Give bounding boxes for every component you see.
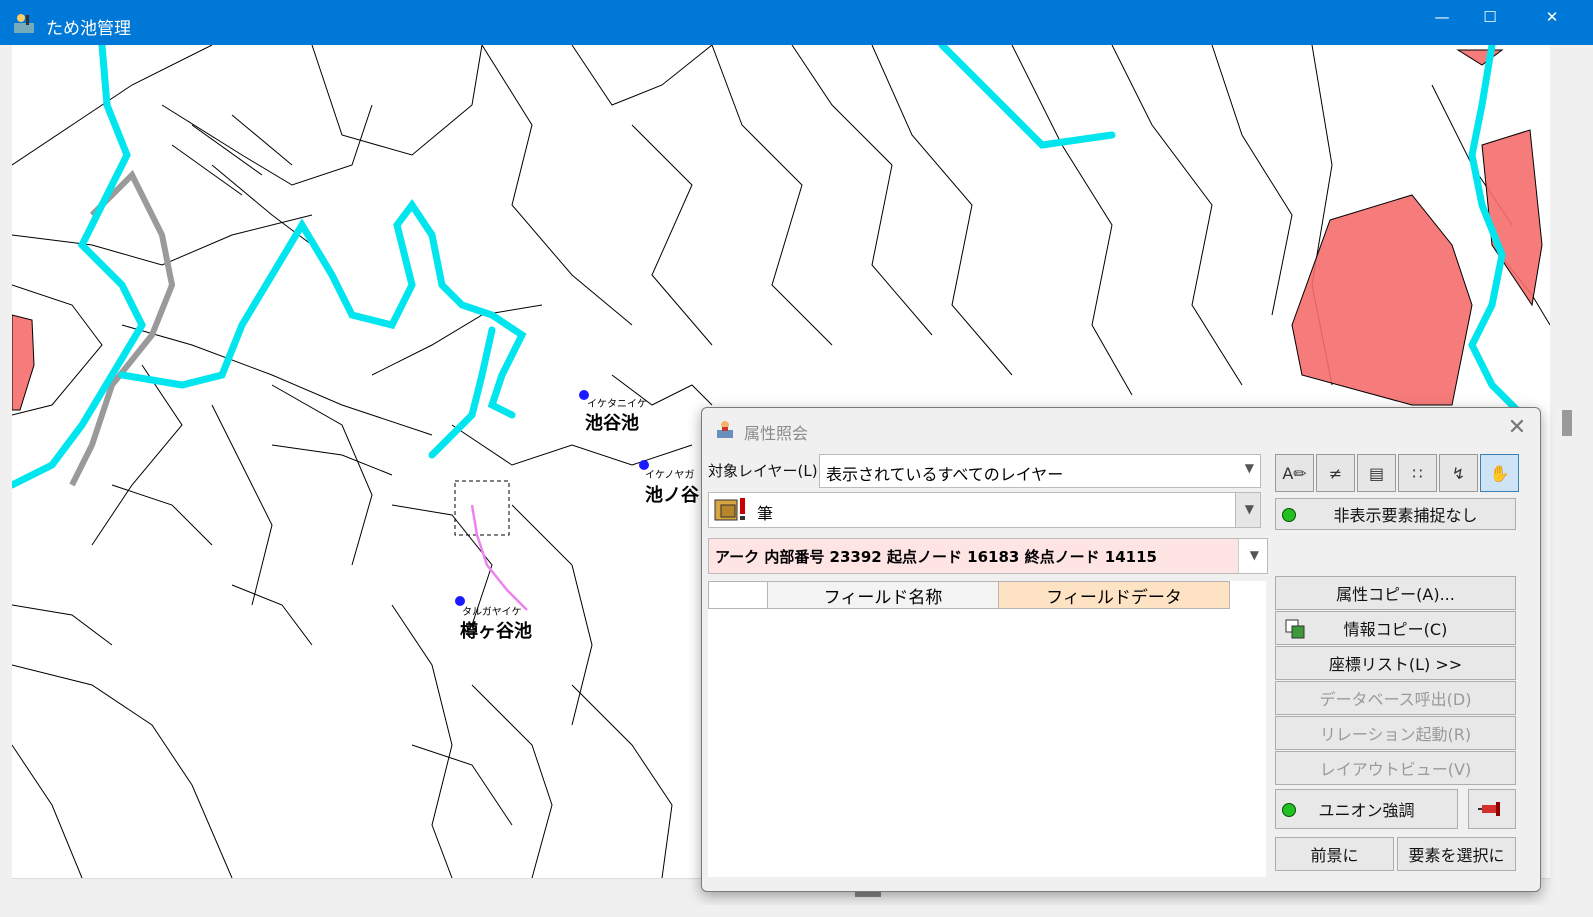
pond-kana-label: タルガヤイケ [462, 607, 522, 618]
union-highlight-button[interactable]: ユニオン強調 [1275, 789, 1458, 829]
layer-select[interactable]: 表示されているすべてのレイヤー ▼ [819, 454, 1261, 488]
foreground-button[interactable]: 前景に [1275, 837, 1394, 871]
layout-view-button[interactable]: レイアウトビュー(V) [1275, 751, 1516, 785]
layer-select-value: 表示されているすべてのレイヤー [826, 465, 1064, 484]
copy-icon [1285, 619, 1305, 639]
vertical-scrollbar[interactable] [1550, 45, 1580, 878]
measure-tool-button[interactable]: ≠ [1316, 454, 1355, 492]
window-title: ため池管理 [46, 19, 131, 39]
attribute-icon: A✏ [1282, 463, 1307, 483]
minimize-button[interactable]: — [1418, 0, 1466, 34]
dialog-title: 属性照会 [744, 424, 809, 443]
maximize-button[interactable]: ☐ [1466, 0, 1514, 34]
window-edge [1580, 45, 1593, 917]
status-led-icon [1282, 803, 1296, 817]
table-header-field-data[interactable]: フィールドデータ [998, 581, 1230, 609]
table-header-field-name[interactable]: フィールド名称 [767, 581, 999, 609]
node-icon: ∷ [1412, 463, 1423, 483]
app-icon [14, 14, 34, 33]
pond-kana-label: イケノヤガ [645, 470, 695, 481]
info-copy-label: 情報コピー(C) [1343, 620, 1448, 639]
attribute-copy-button[interactable]: 属性コピー(A)... [1275, 576, 1516, 610]
dialog-close-button[interactable]: ✕ [1500, 412, 1534, 442]
arc-info-value: アーク 内部番号 23392 起点ノード 16183 終点ノード 14115 [715, 548, 1157, 566]
resize-grip[interactable] [855, 892, 881, 897]
window-bottom-edge [0, 905, 1593, 917]
vertical-scroll-thumb[interactable] [1562, 410, 1572, 436]
layout-icon: ▤ [1368, 463, 1385, 483]
layout-tool-button[interactable]: ▤ [1357, 454, 1396, 492]
element-select-value: 筆 [757, 504, 774, 523]
chevron-down-icon: ▼ [1249, 548, 1259, 562]
pond-name-label[interactable]: 池谷池 [585, 409, 639, 435]
attribute-tool-button[interactable]: A✏ [1275, 454, 1314, 492]
pin-icon [1478, 802, 1500, 816]
layer-label: 対象レイヤー(L) [708, 462, 818, 480]
coordinate-list-button[interactable]: 座標リスト(L) >> [1275, 646, 1516, 680]
field-table[interactable]: フィールド名称 フィールドデータ [708, 581, 1266, 877]
pond-kana-label: イケタニイケ [587, 399, 647, 410]
relation-launch-button[interactable]: リレーション起動(R) [1275, 716, 1516, 750]
chevron-down-icon: ▼ [1244, 502, 1254, 516]
database-call-button[interactable]: データベース呼出(D) [1275, 681, 1516, 715]
snap-tool-button[interactable]: ↯ [1439, 454, 1478, 492]
snap-icon: ↯ [1451, 463, 1466, 483]
pond-name-label[interactable]: 池ノ谷 [645, 481, 699, 507]
attribute-inquiry-dialog: 属性照会 ✕ 対象レイヤー(L) 表示されているすべてのレイヤー ▼ 筆 ▼ ア… [701, 407, 1541, 892]
hand-tool-button[interactable]: ✋ [1480, 454, 1519, 492]
union-highlight-label: ユニオン強調 [1318, 801, 1415, 820]
select-element-button[interactable]: 要素を選択に [1397, 837, 1516, 871]
pond-name-label[interactable]: 樽ヶ谷池 [460, 617, 532, 643]
title-bar: ため池管理 — ☐ ✕ [0, 0, 1593, 45]
hidden-capture-toggle[interactable]: 非表示要素捕捉なし [1275, 498, 1516, 530]
inquiry-icon [717, 421, 733, 438]
table-header-blank [708, 581, 768, 609]
chevron-down-icon: ▼ [1244, 461, 1254, 475]
hidden-capture-label: 非表示要素捕捉なし [1333, 506, 1478, 525]
close-button[interactable]: ✕ [1528, 0, 1576, 34]
hand-icon: ✋ [1489, 463, 1510, 483]
pin-button[interactable] [1468, 789, 1516, 829]
status-led-icon [1282, 508, 1296, 522]
measure-icon: ≠ [1328, 463, 1343, 483]
parcel-layer-icon [714, 498, 745, 521]
element-select[interactable]: 筆 ▼ [708, 492, 1261, 528]
node-tool-button[interactable]: ∷ [1398, 454, 1437, 492]
info-copy-button[interactable]: 情報コピー(C) [1275, 611, 1516, 645]
arc-info-select[interactable]: アーク 内部番号 23392 起点ノード 16183 終点ノード 14115 ▼ [708, 538, 1268, 574]
